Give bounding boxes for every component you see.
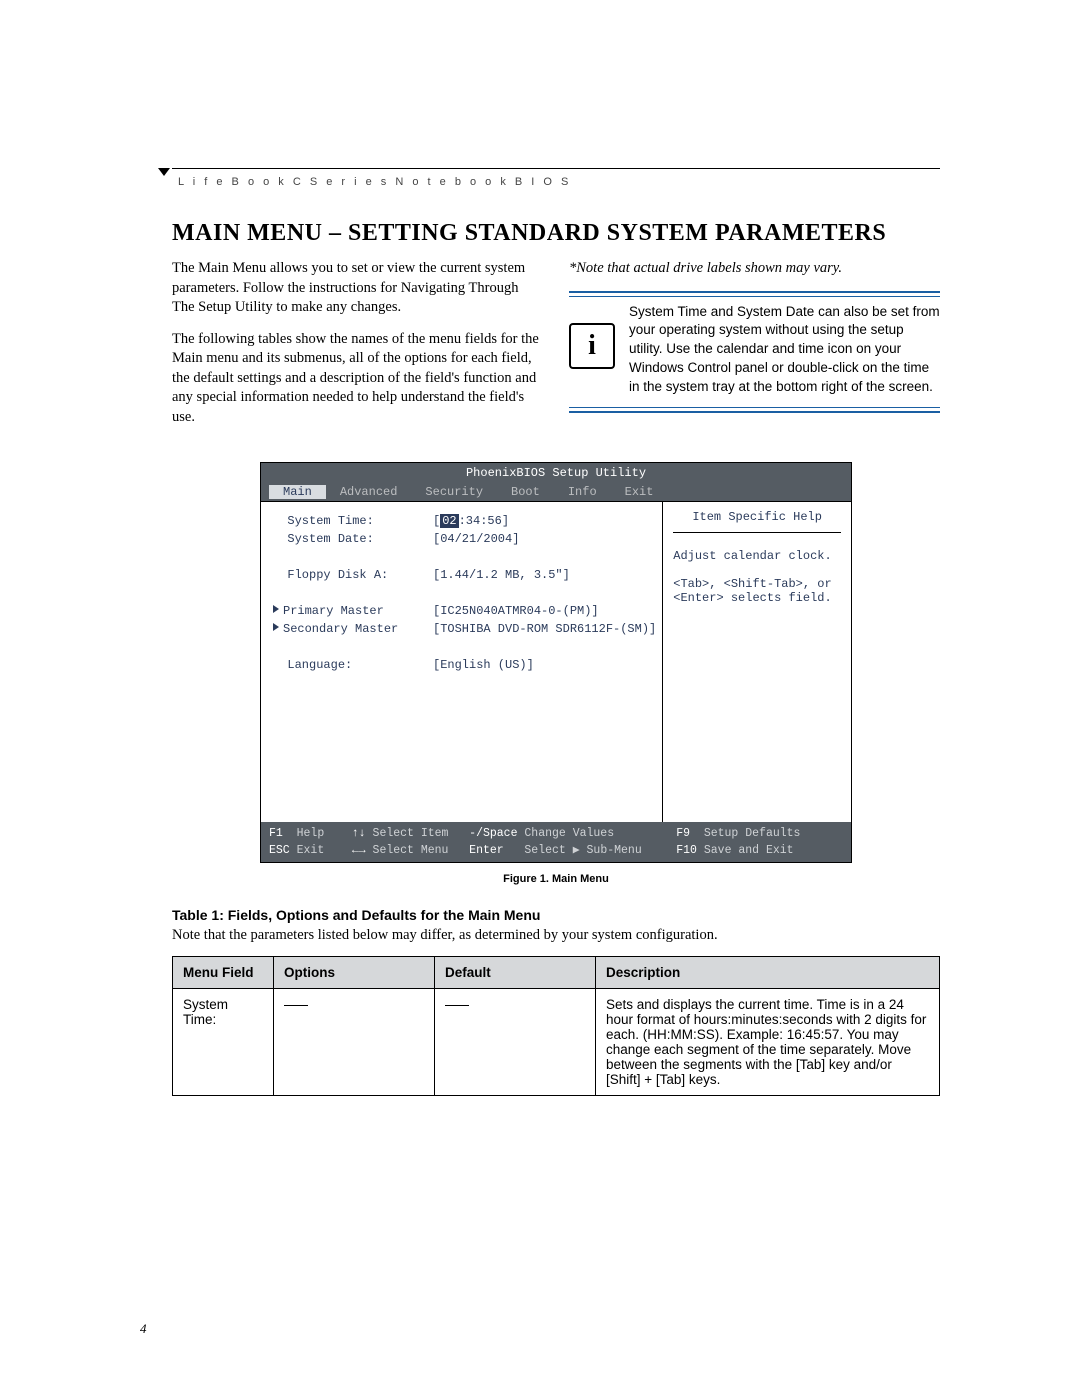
bios-tab-main: Main [269, 485, 326, 499]
bios-field-label: Primary Master [273, 604, 433, 618]
two-column-layout: The Main Menu allows you to set or view … [172, 259, 940, 440]
bios-field-value: [04/21/2004] [433, 532, 519, 546]
bios-body: System Time:[02:34:56] System Date:[04/2… [261, 501, 851, 822]
fields-table: Menu Field Options Default Description S… [172, 956, 940, 1096]
bios-field-row [273, 586, 656, 600]
th-description: Description [596, 957, 940, 989]
bios-field-label [273, 550, 433, 564]
bios-field-value: [TOSHIBA DVD-ROM SDR6112F-(SM)] [433, 622, 656, 636]
bios-field-label [273, 640, 433, 654]
bios-field-label: System Date: [273, 532, 433, 546]
bios-field-label: Secondary Master [273, 622, 433, 636]
table-note: Note that the parameters listed below ma… [172, 927, 940, 944]
bios-field-label: System Time: [273, 514, 433, 528]
bios-tab-exit: Exit [611, 485, 668, 499]
left-column: The Main Menu allows you to set or view … [172, 259, 543, 440]
bios-field-row: System Date:[04/21/2004] [273, 532, 656, 546]
paragraph: The Main Menu allows you to set or view … [172, 259, 543, 318]
table-header-row: Menu Field Options Default Description [173, 957, 940, 989]
paragraph: The following tables show the names of t… [172, 330, 543, 428]
bios-field-row: Secondary Master[TOSHIBA DVD-ROM SDR6112… [273, 622, 656, 636]
bios-menu-bar: Main Advanced Security Boot Info Exit [261, 483, 851, 501]
bios-tab-boot: Boot [497, 485, 554, 499]
table-row: System Time: Sets and displays the curre… [173, 989, 940, 1096]
bios-help-title: Item Specific Help [673, 510, 841, 533]
bios-field-row: Floppy Disk A:[1.44/1.2 MB, 3.5"] [273, 568, 656, 582]
bios-field-label [273, 586, 433, 600]
drive-note: *Note that actual drive labels shown may… [569, 259, 940, 279]
bios-title: PhoenixBIOS Setup Utility [261, 463, 851, 483]
bios-tab-advanced: Advanced [326, 485, 412, 499]
bios-help-text: Adjust calendar clock. <Tab>, <Shift-Tab… [673, 549, 841, 605]
header-rule [172, 168, 940, 169]
bios-help-line: Adjust calendar clock. [673, 549, 841, 563]
table-title: Table 1: Fields, Options and Defaults fo… [172, 907, 940, 923]
dash-icon [284, 1005, 308, 1006]
bios-field-row: Primary Master[IC25N040ATMR04-0-(PM)] [273, 604, 656, 618]
bios-tab-info: Info [554, 485, 611, 499]
bios-fields: System Time:[02:34:56] System Date:[04/2… [261, 502, 662, 822]
bios-field-value: [1.44/1.2 MB, 3.5"] [433, 568, 570, 582]
bios-field-row [273, 550, 656, 564]
bios-field-row [273, 640, 656, 654]
bios-field-label: Floppy Disk A: [273, 568, 433, 582]
figure-caption: Figure 1. Main Menu [172, 873, 940, 885]
bios-field-value: [02:34:56] [433, 514, 509, 528]
th-menu-field: Menu Field [173, 957, 274, 989]
bios-field-value: [English (US)] [433, 658, 534, 672]
td-default [435, 989, 596, 1096]
bios-field-label: Language: [273, 658, 433, 672]
td-options [274, 989, 435, 1096]
bios-field-row: System Time:[02:34:56] [273, 514, 656, 528]
bios-highlighted-value: 02 [440, 514, 458, 528]
info-callout: i System Time and System Date can also b… [569, 291, 940, 413]
header-marker-icon [158, 168, 170, 176]
page-number: 4 [140, 1321, 147, 1337]
bios-field-row: Language:[English (US)] [273, 658, 656, 672]
bios-help-line [673, 563, 841, 577]
section-title: MAIN MENU – SETTING STANDARD SYSTEM PARA… [172, 220, 940, 247]
info-text: System Time and System Date can also be … [629, 303, 940, 397]
bios-field-value: [IC25N040ATMR04-0-(PM)] [433, 604, 599, 618]
bios-tab-security: Security [411, 485, 497, 499]
bios-footer: F1 Help ↑↓ Select Item -/Space Change Va… [261, 822, 851, 863]
bios-help-panel: Item Specific Help Adjust calendar clock… [662, 502, 851, 822]
content-area: MAIN MENU – SETTING STANDARD SYSTEM PARA… [172, 220, 940, 1096]
bios-screenshot: PhoenixBIOS Setup Utility Main Advanced … [260, 462, 852, 864]
bios-help-line: <Tab>, <Shift-Tab>, or [673, 577, 841, 591]
submenu-arrow-icon [273, 605, 279, 613]
td-field: System Time: [173, 989, 274, 1096]
submenu-arrow-icon [273, 623, 279, 631]
info-icon: i [569, 323, 615, 369]
th-default: Default [435, 957, 596, 989]
running-head: L i f e B o o k C S e r i e s N o t e b … [178, 176, 571, 188]
bios-help-line: <Enter> selects field. [673, 591, 841, 605]
th-options: Options [274, 957, 435, 989]
document-page: L i f e B o o k C S e r i e s N o t e b … [0, 0, 1080, 1397]
dash-icon [445, 1005, 469, 1006]
td-description: Sets and displays the current time. Time… [596, 989, 940, 1096]
right-column: *Note that actual drive labels shown may… [569, 259, 940, 440]
